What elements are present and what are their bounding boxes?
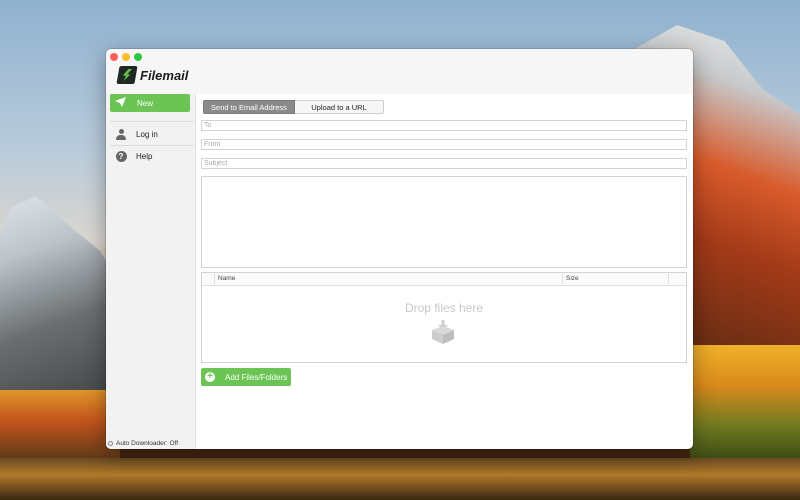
sidebar-item-login[interactable]: Log in [110,124,190,144]
sidebar-item-new[interactable]: New [110,94,190,112]
status-dot-icon [108,441,113,446]
minimize-window-button[interactable] [122,53,130,61]
from-input[interactable] [201,139,687,150]
column-header-size[interactable]: Size [566,275,579,282]
sidebar: New Log in ? Help Auto Downloader: Off [106,94,196,449]
close-window-button[interactable] [110,53,118,61]
add-files-label: Add Files/Folders [225,372,288,382]
tab-send-to-email[interactable]: Send to Email Address [203,100,295,114]
desktop-trees-right [690,345,800,460]
app-logo: Filemail [116,66,189,84]
zoom-window-button[interactable] [134,53,142,61]
paper-plane-icon [115,96,129,110]
titlebar: Filemail [106,49,693,94]
person-icon [115,128,127,140]
app-name: Filemail [140,67,189,83]
to-input[interactable] [201,120,687,131]
app-window: Filemail New Log in ? Help Auto Download… [106,49,693,449]
filemail-logo-icon [116,66,138,84]
column-divider [214,274,215,284]
desktop-lake [0,458,800,500]
subject-input[interactable] [201,158,687,169]
tab-upload-to-url[interactable]: Upload to a URL [295,100,384,114]
plus-icon: + [205,372,215,382]
help-icon: ? [115,150,127,162]
main-panel: Send to Email Address Upload to a URL Na… [196,94,693,449]
message-textarea[interactable] [201,176,687,268]
auto-downloader-status[interactable]: Auto Downloader: Off [108,440,178,447]
column-divider [562,274,563,284]
files-drop-zone[interactable]: Name Size Drop files here [201,272,687,363]
column-header-name[interactable]: Name [218,275,235,282]
drop-files-hint: Drop files here [404,301,484,315]
add-files-button[interactable]: + Add Files/Folders [201,368,291,386]
status-text: Auto Downloader: Off [116,440,179,447]
files-table-header: Name Size [202,273,686,286]
sidebar-item-label: Log in [136,129,158,139]
column-divider [668,274,669,284]
sidebar-divider [110,121,194,122]
box-download-icon [430,318,456,344]
sidebar-item-help[interactable]: ? Help [110,146,190,166]
sidebar-item-label: New [137,98,154,108]
desktop-trees-left [0,390,120,460]
send-mode-tabs: Send to Email Address Upload to a URL [203,100,384,114]
sidebar-item-label: Help [136,151,153,161]
